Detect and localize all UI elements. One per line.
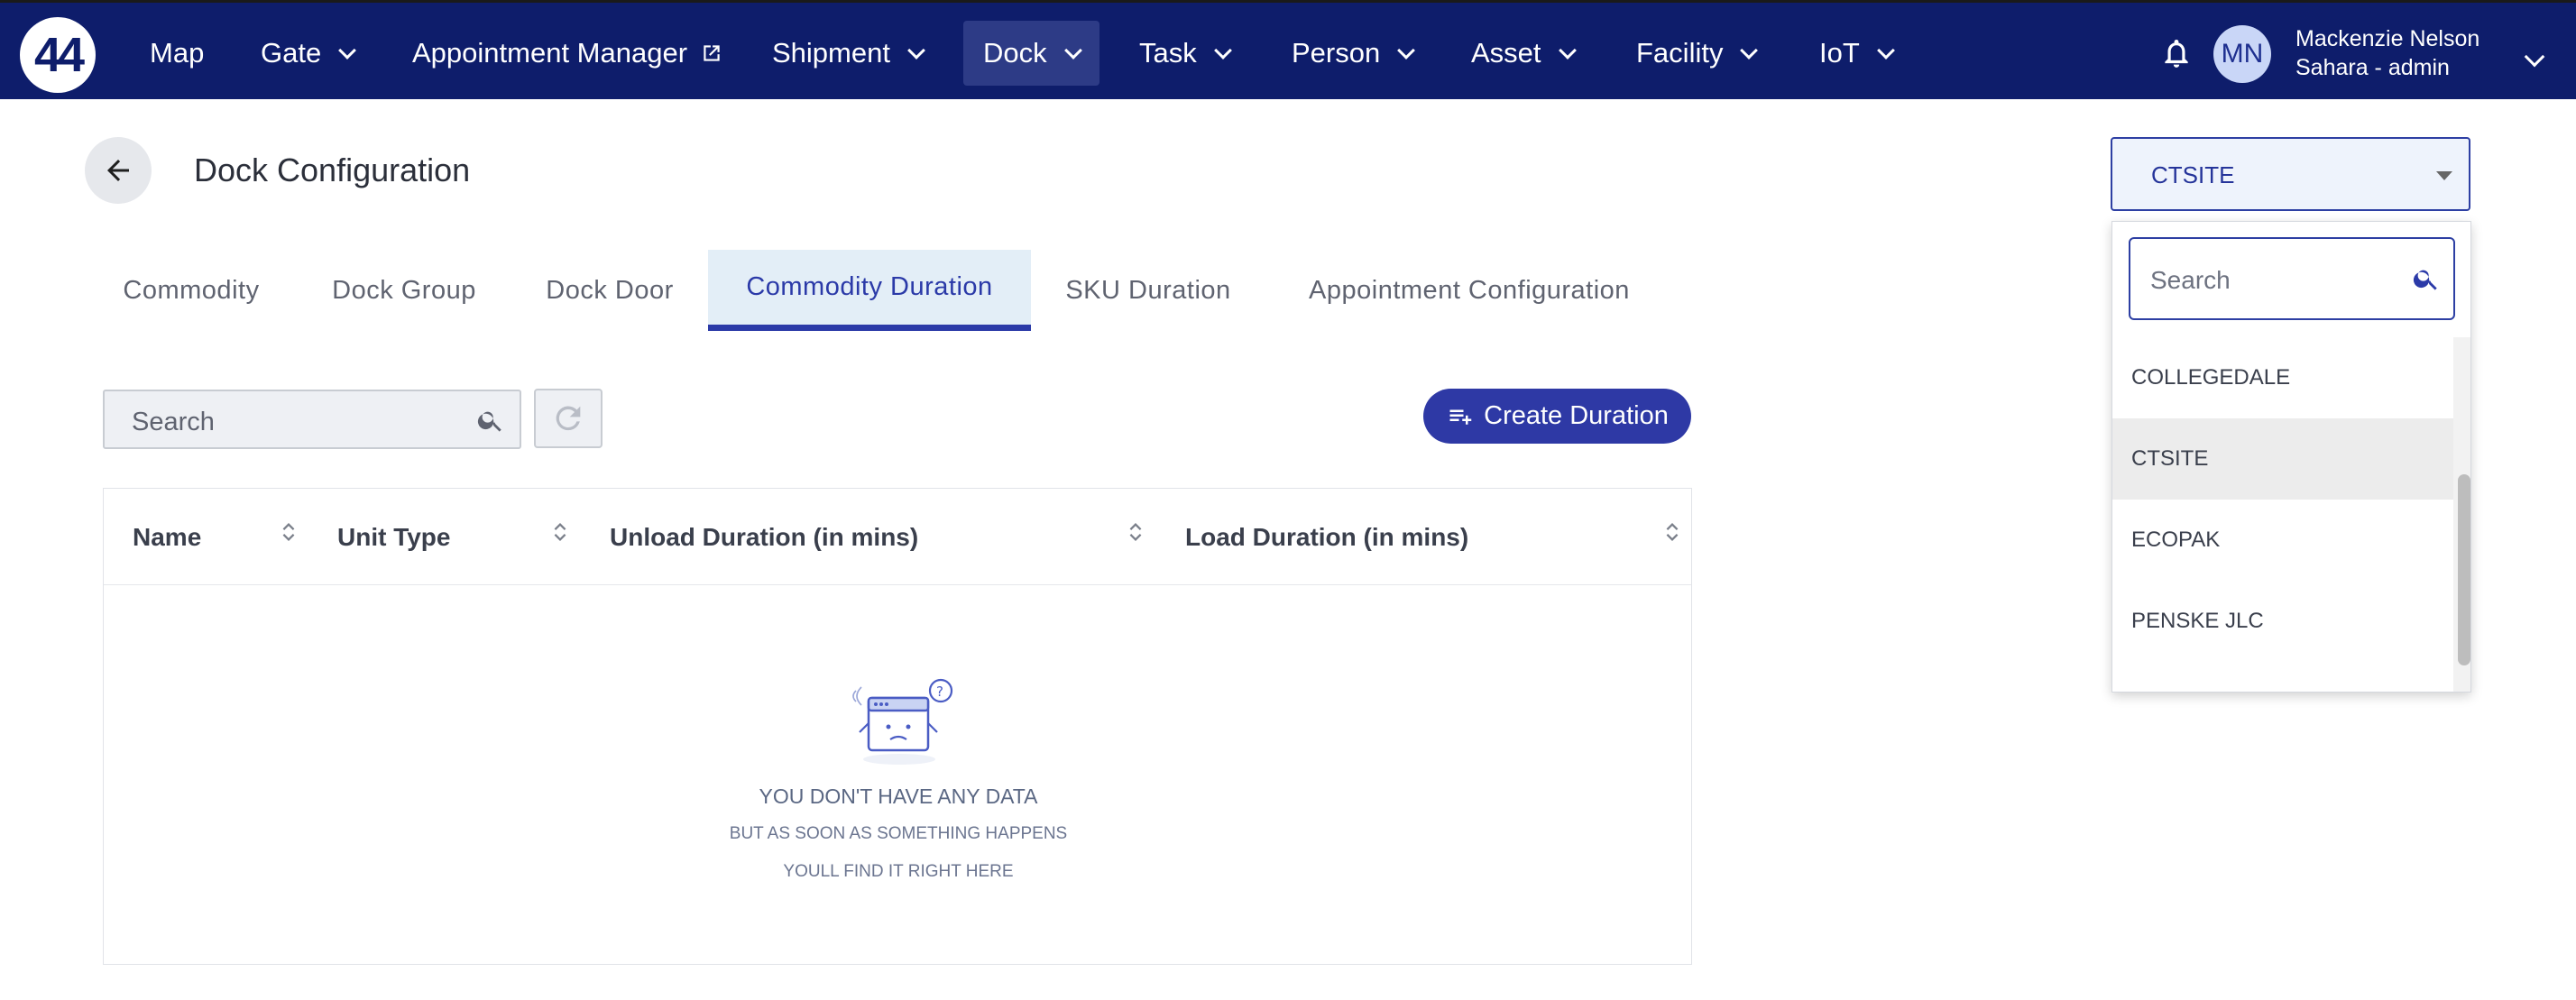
dropdown-option[interactable]: ECOPAK bbox=[2112, 500, 2453, 581]
nav-item-facility[interactable]: Facility bbox=[1616, 21, 1775, 86]
tab-commodity-duration[interactable]: Commodity Duration bbox=[708, 250, 1031, 331]
dropdown-options: COLLEGEDALE CTSITE ECOPAK PENSKE JLC STU… bbox=[2112, 337, 2453, 692]
playlist-add-icon bbox=[1449, 409, 1472, 425]
external-link-icon bbox=[704, 45, 720, 61]
search-input[interactable]: Search bbox=[103, 390, 521, 449]
create-duration-button[interactable]: Create Duration bbox=[1423, 389, 1691, 444]
dropdown-option[interactable]: COLLEGEDALE bbox=[2112, 337, 2453, 418]
chevron-down-icon bbox=[1213, 41, 1232, 60]
duration-table: Name Unit Type Unload Duration (in mins)… bbox=[103, 488, 1692, 965]
chevron-down-icon bbox=[338, 41, 357, 60]
chevron-down-icon bbox=[1397, 41, 1416, 60]
tab-dock-door[interactable]: Dock Door bbox=[529, 250, 691, 331]
svg-text:?: ? bbox=[936, 683, 943, 700]
nav-item-map[interactable]: Map bbox=[130, 21, 224, 86]
site-dropdown: Search COLLEGEDALE CTSITE ECOPAK PENSKE … bbox=[2111, 221, 2471, 693]
site-select-value: CTSITE bbox=[2151, 161, 2235, 188]
empty-state-illustration: ? bbox=[852, 678, 953, 765]
arrow-left-icon bbox=[107, 160, 129, 181]
empty-state-title: YOU DON'T HAVE ANY DATA bbox=[759, 784, 1038, 808]
column-header-load-duration[interactable]: Load Duration (in mins) bbox=[1185, 523, 1468, 552]
nav-item-person[interactable]: Person bbox=[1272, 21, 1432, 86]
empty-state-subtitle: BUT AS SOON AS SOMETHING HAPPENS bbox=[729, 824, 1068, 843]
chevron-down-icon bbox=[907, 41, 925, 60]
chevron-down-icon bbox=[1063, 41, 1082, 60]
dropdown-option[interactable]: STUARTS DRAFT bbox=[2112, 662, 2453, 692]
refresh-button[interactable] bbox=[534, 389, 603, 448]
sort-icon[interactable] bbox=[1664, 519, 1680, 545]
search-icon bbox=[477, 411, 501, 432]
table-header: Name Unit Type Unload Duration (in mins)… bbox=[104, 489, 1691, 585]
app-logo[interactable]: 44 bbox=[20, 17, 96, 93]
tab-dock-group[interactable]: Dock Group bbox=[310, 250, 498, 331]
search-icon bbox=[2413, 270, 2437, 290]
chevron-down-icon bbox=[1558, 41, 1577, 60]
sort-icon[interactable] bbox=[1127, 519, 1144, 545]
nav-item-asset[interactable]: Asset bbox=[1451, 21, 1594, 86]
user-name[interactable]: Mackenzie Nelson bbox=[2295, 26, 2479, 52]
dropdown-search-input[interactable]: Search bbox=[2129, 237, 2455, 320]
column-header-name[interactable]: Name bbox=[133, 523, 201, 552]
nav-item-gate[interactable]: Gate bbox=[241, 21, 373, 86]
user-role[interactable]: Sahara - admin bbox=[2295, 55, 2450, 81]
column-header-unit-type[interactable]: Unit Type bbox=[337, 523, 450, 552]
dropdown-option-selected[interactable]: CTSITE bbox=[2112, 418, 2453, 500]
chevron-down-icon bbox=[1876, 41, 1895, 60]
nav-item-dock[interactable]: Dock bbox=[963, 21, 1099, 86]
tab-commodity[interactable]: Commodity bbox=[103, 250, 280, 331]
refresh-icon bbox=[556, 406, 581, 431]
nav-item-shipment[interactable]: Shipment bbox=[752, 21, 943, 86]
dropdown-option[interactable]: PENSKE JLC bbox=[2112, 581, 2453, 662]
caret-down-icon bbox=[2436, 171, 2452, 180]
empty-state-subtitle: YOULL FIND IT RIGHT HERE bbox=[783, 862, 1014, 881]
column-header-unload-duration[interactable]: Unload Duration (in mins) bbox=[610, 523, 918, 552]
avatar[interactable]: MN bbox=[2213, 25, 2271, 83]
dropdown-scrollbar[interactable] bbox=[2453, 337, 2470, 692]
site-select[interactable]: CTSITE bbox=[2111, 137, 2470, 211]
nav-item-task[interactable]: Task bbox=[1119, 21, 1249, 86]
chevron-down-icon[interactable] bbox=[2524, 46, 2545, 68]
sort-icon[interactable] bbox=[281, 519, 297, 545]
top-navigation: 44 Map Gate Appointment Manager Shipment… bbox=[0, 0, 2576, 99]
back-button[interactable] bbox=[85, 137, 152, 204]
nav-item-appointment-manager[interactable]: Appointment Manager bbox=[392, 21, 743, 86]
bell-icon[interactable] bbox=[2159, 35, 2194, 71]
tab-appointment-configuration[interactable]: Appointment Configuration bbox=[1275, 250, 1663, 331]
sort-icon[interactable] bbox=[552, 519, 568, 545]
nav-item-iot[interactable]: IoT bbox=[1799, 21, 1912, 86]
tab-sku-duration[interactable]: SKU Duration bbox=[1048, 250, 1248, 331]
chevron-down-icon bbox=[1740, 41, 1759, 60]
page-title: Dock Configuration bbox=[194, 151, 471, 188]
scrollbar-thumb[interactable] bbox=[2458, 474, 2470, 665]
